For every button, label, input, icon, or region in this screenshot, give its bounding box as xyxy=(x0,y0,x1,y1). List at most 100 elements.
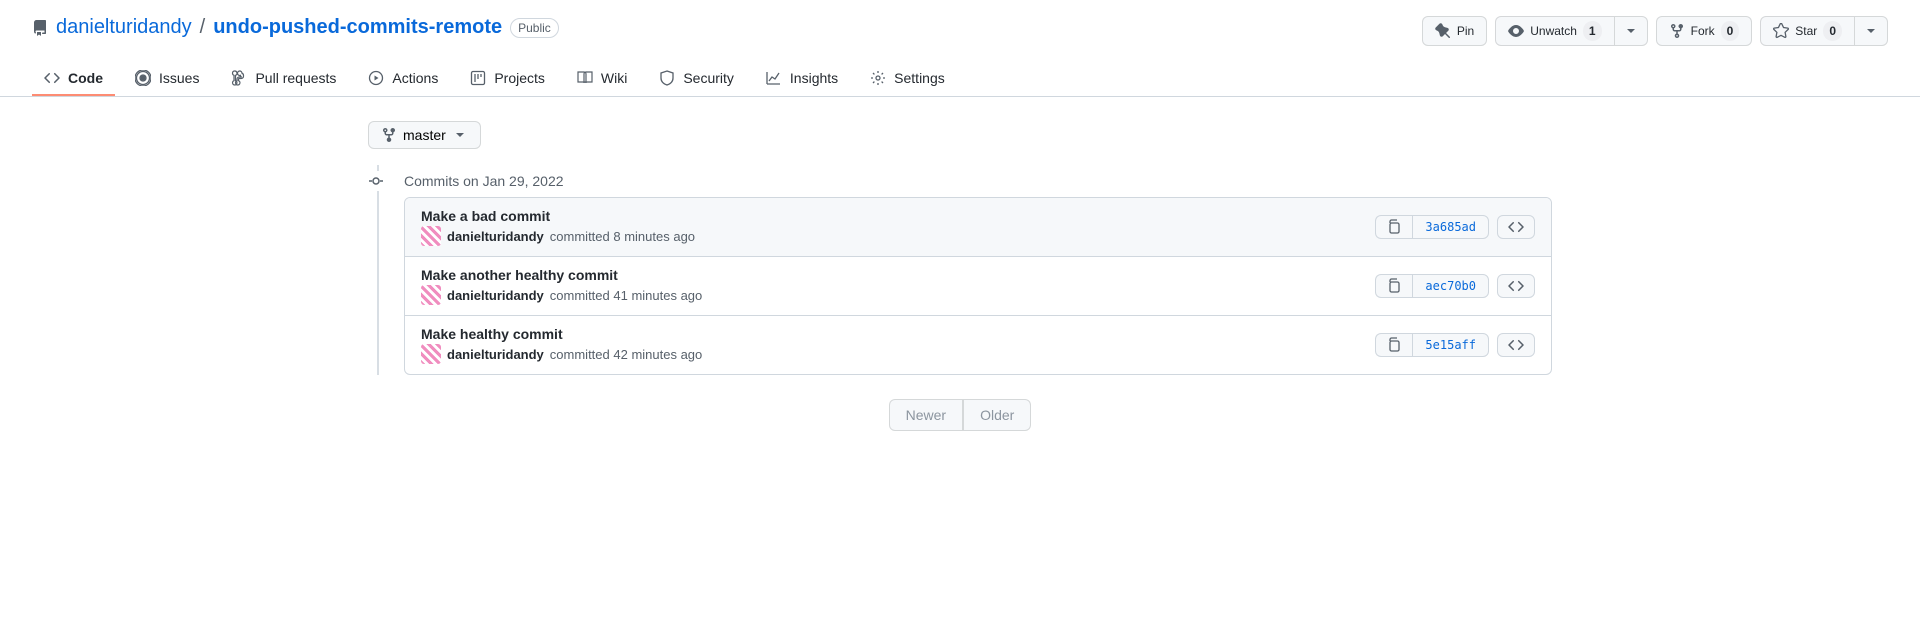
unwatch-button[interactable]: Unwatch 1 xyxy=(1495,16,1613,46)
commit-actions: 3a685ad xyxy=(1375,215,1535,239)
tab-wiki[interactable]: Wiki xyxy=(565,62,639,96)
author-link[interactable]: danielturidandy xyxy=(447,288,544,303)
author-link[interactable]: danielturidandy xyxy=(447,229,544,244)
graph-icon xyxy=(766,70,782,86)
commit-title-link[interactable]: Make healthy commit xyxy=(421,326,563,342)
project-icon xyxy=(470,70,486,86)
sha-link[interactable]: 5e15aff xyxy=(1412,333,1489,357)
author-link[interactable]: danielturidandy xyxy=(447,347,544,362)
fork-button[interactable]: Fork 0 xyxy=(1656,16,1753,46)
commit-actions: 5e15aff xyxy=(1375,333,1535,357)
pagination: Newer Older xyxy=(368,399,1552,431)
tab-pull-requests[interactable]: Pull requests xyxy=(219,62,348,96)
commit-meta: danielturidandy committed 42 minutes ago xyxy=(421,344,702,364)
eye-icon xyxy=(1508,23,1524,39)
date-label: Commits on Jan 29, 2022 xyxy=(404,173,564,189)
separator: / xyxy=(200,16,206,39)
older-button[interactable]: Older xyxy=(963,399,1031,431)
commit-meta: danielturidandy committed 8 minutes ago xyxy=(421,226,695,246)
tab-actions[interactable]: Actions xyxy=(356,62,450,96)
code-icon xyxy=(1508,219,1524,235)
star-button[interactable]: Star 0 xyxy=(1760,16,1854,46)
commit-info: Make healthy commit danielturidandy comm… xyxy=(421,326,702,364)
triangle-down-icon xyxy=(1863,23,1879,39)
pin-icon xyxy=(1435,23,1451,39)
repo-title: danielturidandy / undo-pushed-commits-re… xyxy=(32,16,559,39)
sha-link[interactable]: aec70b0 xyxy=(1412,274,1489,298)
avatar[interactable] xyxy=(421,226,441,246)
browse-code-button[interactable] xyxy=(1497,333,1535,357)
code-icon xyxy=(1508,337,1524,353)
code-icon xyxy=(44,70,60,86)
tab-label: Issues xyxy=(159,70,199,86)
unwatch-label: Unwatch xyxy=(1530,21,1577,41)
tab-label: Wiki xyxy=(601,70,627,86)
shield-icon xyxy=(659,70,675,86)
branch-icon xyxy=(381,127,397,143)
book-icon xyxy=(577,70,593,86)
watch-dropdown[interactable] xyxy=(1614,16,1648,46)
fork-count: 0 xyxy=(1721,21,1740,41)
tab-insights[interactable]: Insights xyxy=(754,62,850,96)
commit-time: committed 8 minutes ago xyxy=(550,229,695,244)
repo-nav: Code Issues Pull requests Actions Projec… xyxy=(0,62,1920,97)
commits-container: master Commits on Jan 29, 2022 Make a ba… xyxy=(336,97,1584,455)
commit-meta: danielturidandy committed 41 minutes ago xyxy=(421,285,702,305)
tab-label: Security xyxy=(683,70,734,86)
tab-projects[interactable]: Projects xyxy=(458,62,557,96)
tab-issues[interactable]: Issues xyxy=(123,62,211,96)
date-heading: Commits on Jan 29, 2022 xyxy=(368,165,1552,197)
star-count: 0 xyxy=(1823,21,1842,41)
tab-security[interactable]: Security xyxy=(647,62,746,96)
pin-button[interactable]: Pin xyxy=(1422,16,1487,46)
commit-info: Make a bad commit danielturidandy commit… xyxy=(421,208,695,246)
copy-icon xyxy=(1386,219,1402,235)
commit-time: committed 41 minutes ago xyxy=(550,288,702,303)
commit-title-link[interactable]: Make a bad commit xyxy=(421,208,550,224)
commit-timeline: Commits on Jan 29, 2022 Make a bad commi… xyxy=(368,165,1552,375)
tab-code[interactable]: Code xyxy=(32,62,115,96)
sha-group: 5e15aff xyxy=(1375,333,1489,357)
visibility-badge: Public xyxy=(510,18,559,38)
avatar[interactable] xyxy=(421,344,441,364)
commit-actions: aec70b0 xyxy=(1375,274,1535,298)
sha-link[interactable]: 3a685ad xyxy=(1412,215,1489,239)
avatar[interactable] xyxy=(421,285,441,305)
issue-icon xyxy=(135,70,151,86)
branch-name: master xyxy=(403,127,446,143)
repo-actions: Pin Unwatch 1 Fork 0 Star 0 xyxy=(1422,16,1888,46)
tab-label: Settings xyxy=(894,70,945,86)
copy-sha-button[interactable] xyxy=(1375,215,1412,239)
copy-sha-button[interactable] xyxy=(1375,274,1412,298)
tab-settings[interactable]: Settings xyxy=(858,62,957,96)
copy-icon xyxy=(1386,278,1402,294)
commit-row: Make healthy commit danielturidandy comm… xyxy=(405,316,1551,374)
triangle-down-icon xyxy=(1623,23,1639,39)
owner-link[interactable]: danielturidandy xyxy=(56,16,192,39)
fork-label: Fork xyxy=(1691,21,1715,41)
star-dropdown[interactable] xyxy=(1854,16,1888,46)
fork-icon xyxy=(1669,23,1685,39)
commit-info: Make another healthy commit danielturida… xyxy=(421,267,702,305)
tab-label: Code xyxy=(68,70,103,86)
triangle-down-icon xyxy=(452,127,468,143)
sha-group: 3a685ad xyxy=(1375,215,1489,239)
newer-button[interactable]: Newer xyxy=(889,399,963,431)
star-group: Star 0 xyxy=(1760,16,1888,46)
tab-label: Pull requests xyxy=(255,70,336,86)
tab-label: Projects xyxy=(494,70,545,86)
repo-header: danielturidandy / undo-pushed-commits-re… xyxy=(0,0,1920,46)
watch-group: Unwatch 1 xyxy=(1495,16,1647,46)
pin-label: Pin xyxy=(1457,21,1474,41)
commit-title-link[interactable]: Make another healthy commit xyxy=(421,267,618,283)
branch-selector[interactable]: master xyxy=(368,121,481,149)
gear-icon xyxy=(870,70,886,86)
tab-label: Actions xyxy=(392,70,438,86)
browse-code-button[interactable] xyxy=(1497,274,1535,298)
code-icon xyxy=(1508,278,1524,294)
browse-code-button[interactable] xyxy=(1497,215,1535,239)
repo-link[interactable]: undo-pushed-commits-remote xyxy=(213,16,502,38)
copy-sha-button[interactable] xyxy=(1375,333,1412,357)
star-label: Star xyxy=(1795,21,1817,41)
tab-label: Insights xyxy=(790,70,838,86)
